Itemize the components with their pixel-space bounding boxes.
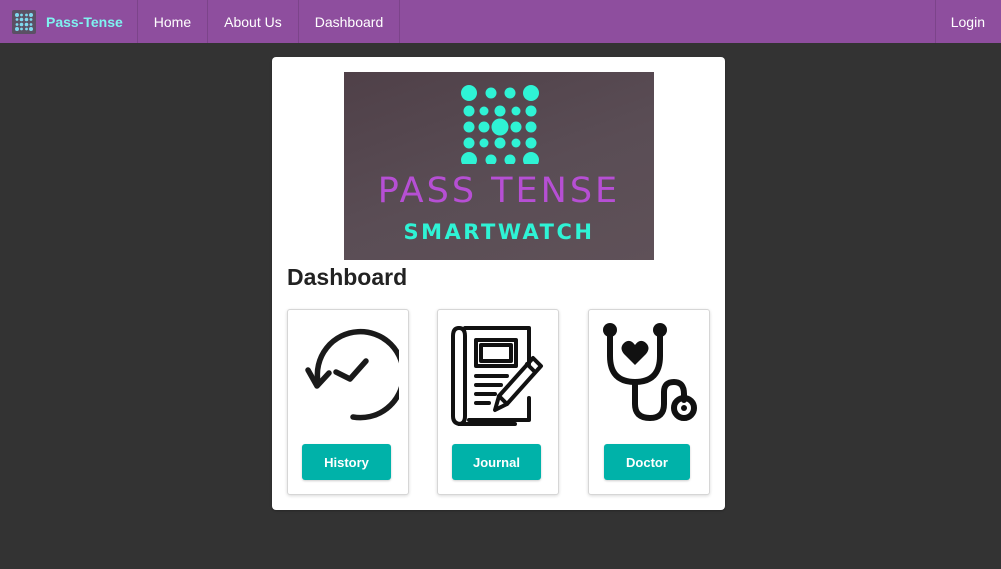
hero-subtitle: SMARTWATCH <box>403 220 595 244</box>
page-title: Dashboard <box>287 264 408 290</box>
history-clock-icon <box>305 328 399 421</box>
top-navbar: Pass-Tense Home About Us Dashboard Login <box>0 0 1001 43</box>
history-button[interactable]: History <box>302 444 391 480</box>
brand-name: Pass-Tense <box>46 13 123 30</box>
journal-tile: Journal <box>437 309 559 495</box>
dashboard-card: PASS TENSE SMARTWATCH Dashboard History <box>272 57 725 510</box>
brand-link[interactable]: Pass-Tense <box>0 0 138 43</box>
nav-home[interactable]: Home <box>138 0 209 43</box>
hero-banner: PASS TENSE SMARTWATCH <box>344 72 654 260</box>
doctor-button[interactable]: Doctor <box>604 444 690 480</box>
journal-button[interactable]: Journal <box>452 444 541 480</box>
history-tile: History <box>287 309 409 495</box>
hero-title: PASS TENSE <box>377 171 621 211</box>
journal-pen-icon <box>451 326 543 426</box>
stethoscope-heart-icon <box>603 323 697 421</box>
nav-login[interactable]: Login <box>934 0 1001 43</box>
dot-grid-logo-icon <box>461 85 539 164</box>
nav-dashboard[interactable]: Dashboard <box>299 0 401 43</box>
dot-grid-logo-icon <box>12 9 36 34</box>
nav-about-us[interactable]: About Us <box>208 0 299 43</box>
doctor-tile: Doctor <box>588 309 710 495</box>
